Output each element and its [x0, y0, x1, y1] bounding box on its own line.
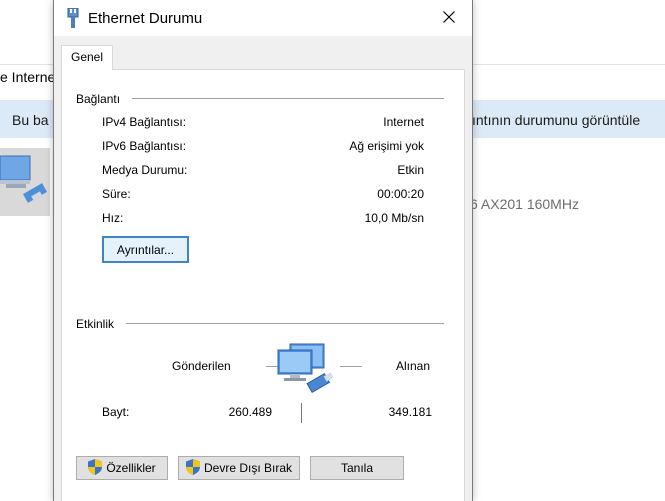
bytes-label: Bayt: — [102, 405, 130, 419]
duration-label: Süre: — [102, 187, 131, 201]
speed-value: 10,0 Mb/sn — [364, 211, 424, 225]
details-button-label: Ayrıntılar... — [116, 242, 175, 257]
uac-shield-icon — [185, 458, 200, 478]
sent-label: Gönderilen — [172, 359, 231, 373]
speed-label: Hız: — [102, 211, 124, 225]
adapter-icon[interactable] — [0, 148, 50, 216]
bytes-sent-value: 260.489 — [228, 405, 272, 419]
ethernet-plug-icon — [66, 7, 80, 28]
background-info-text-left: Bu ba — [12, 112, 49, 128]
media-state-label: Medya Durumu: — [102, 163, 188, 177]
connection-group-line — [132, 98, 444, 99]
disable-button-label: Devre Dışı Bırak — [203, 461, 293, 475]
diagnose-button[interactable]: Tanıla — [310, 456, 404, 480]
activity-group-line — [126, 323, 444, 324]
ipv6-label: IPv6 Bağlantısı: — [102, 139, 187, 153]
network-computers-icon — [276, 342, 336, 394]
properties-button-label: Özellikler — [106, 461, 156, 475]
received-label: Alınan — [396, 359, 431, 373]
ipv4-label: IPv4 Bağlantısı: — [102, 115, 187, 129]
properties-button[interactable]: Özellikler — [76, 456, 168, 480]
diagnose-button-label: Tanıla — [340, 461, 374, 475]
duration-value: 00:00:20 — [377, 187, 424, 201]
uac-shield-icon — [88, 458, 103, 478]
background-breadcrumb[interactable]: e Interne — [0, 69, 55, 85]
background-info-link[interactable]: ıntının durumunu görüntüle — [472, 112, 640, 128]
dialog-title: Ethernet Durumu — [88, 10, 203, 27]
ipv4-value: Internet — [383, 115, 424, 129]
title-bar[interactable]: Ethernet Durumu — [54, 0, 472, 36]
general-tab-panel: Bağlantı IPv4 Bağlantısı: Internet IPv6 … — [61, 69, 465, 501]
tab-general[interactable]: Genel — [61, 45, 113, 70]
bytes-received-value: 349.181 — [388, 405, 432, 419]
details-button[interactable]: Ayrıntılar... — [102, 236, 189, 263]
adapter-description: 6 AX201 160MHz — [470, 196, 579, 212]
ethernet-status-dialog: Ethernet Durumu Genel Bağlantı IPv4 Bağl… — [53, 0, 473, 501]
media-state-value: Etkin — [397, 163, 424, 177]
bytes-divider — [301, 403, 302, 423]
close-icon — [443, 10, 455, 26]
ipv6-value: Ağ erişimi yok — [349, 139, 424, 153]
activity-group-label: Etkinlik — [76, 317, 115, 331]
received-line — [340, 366, 362, 367]
disable-button[interactable]: Devre Dışı Bırak — [178, 456, 300, 480]
connection-group-label: Bağlantı — [76, 92, 121, 106]
close-button[interactable] — [426, 0, 472, 36]
